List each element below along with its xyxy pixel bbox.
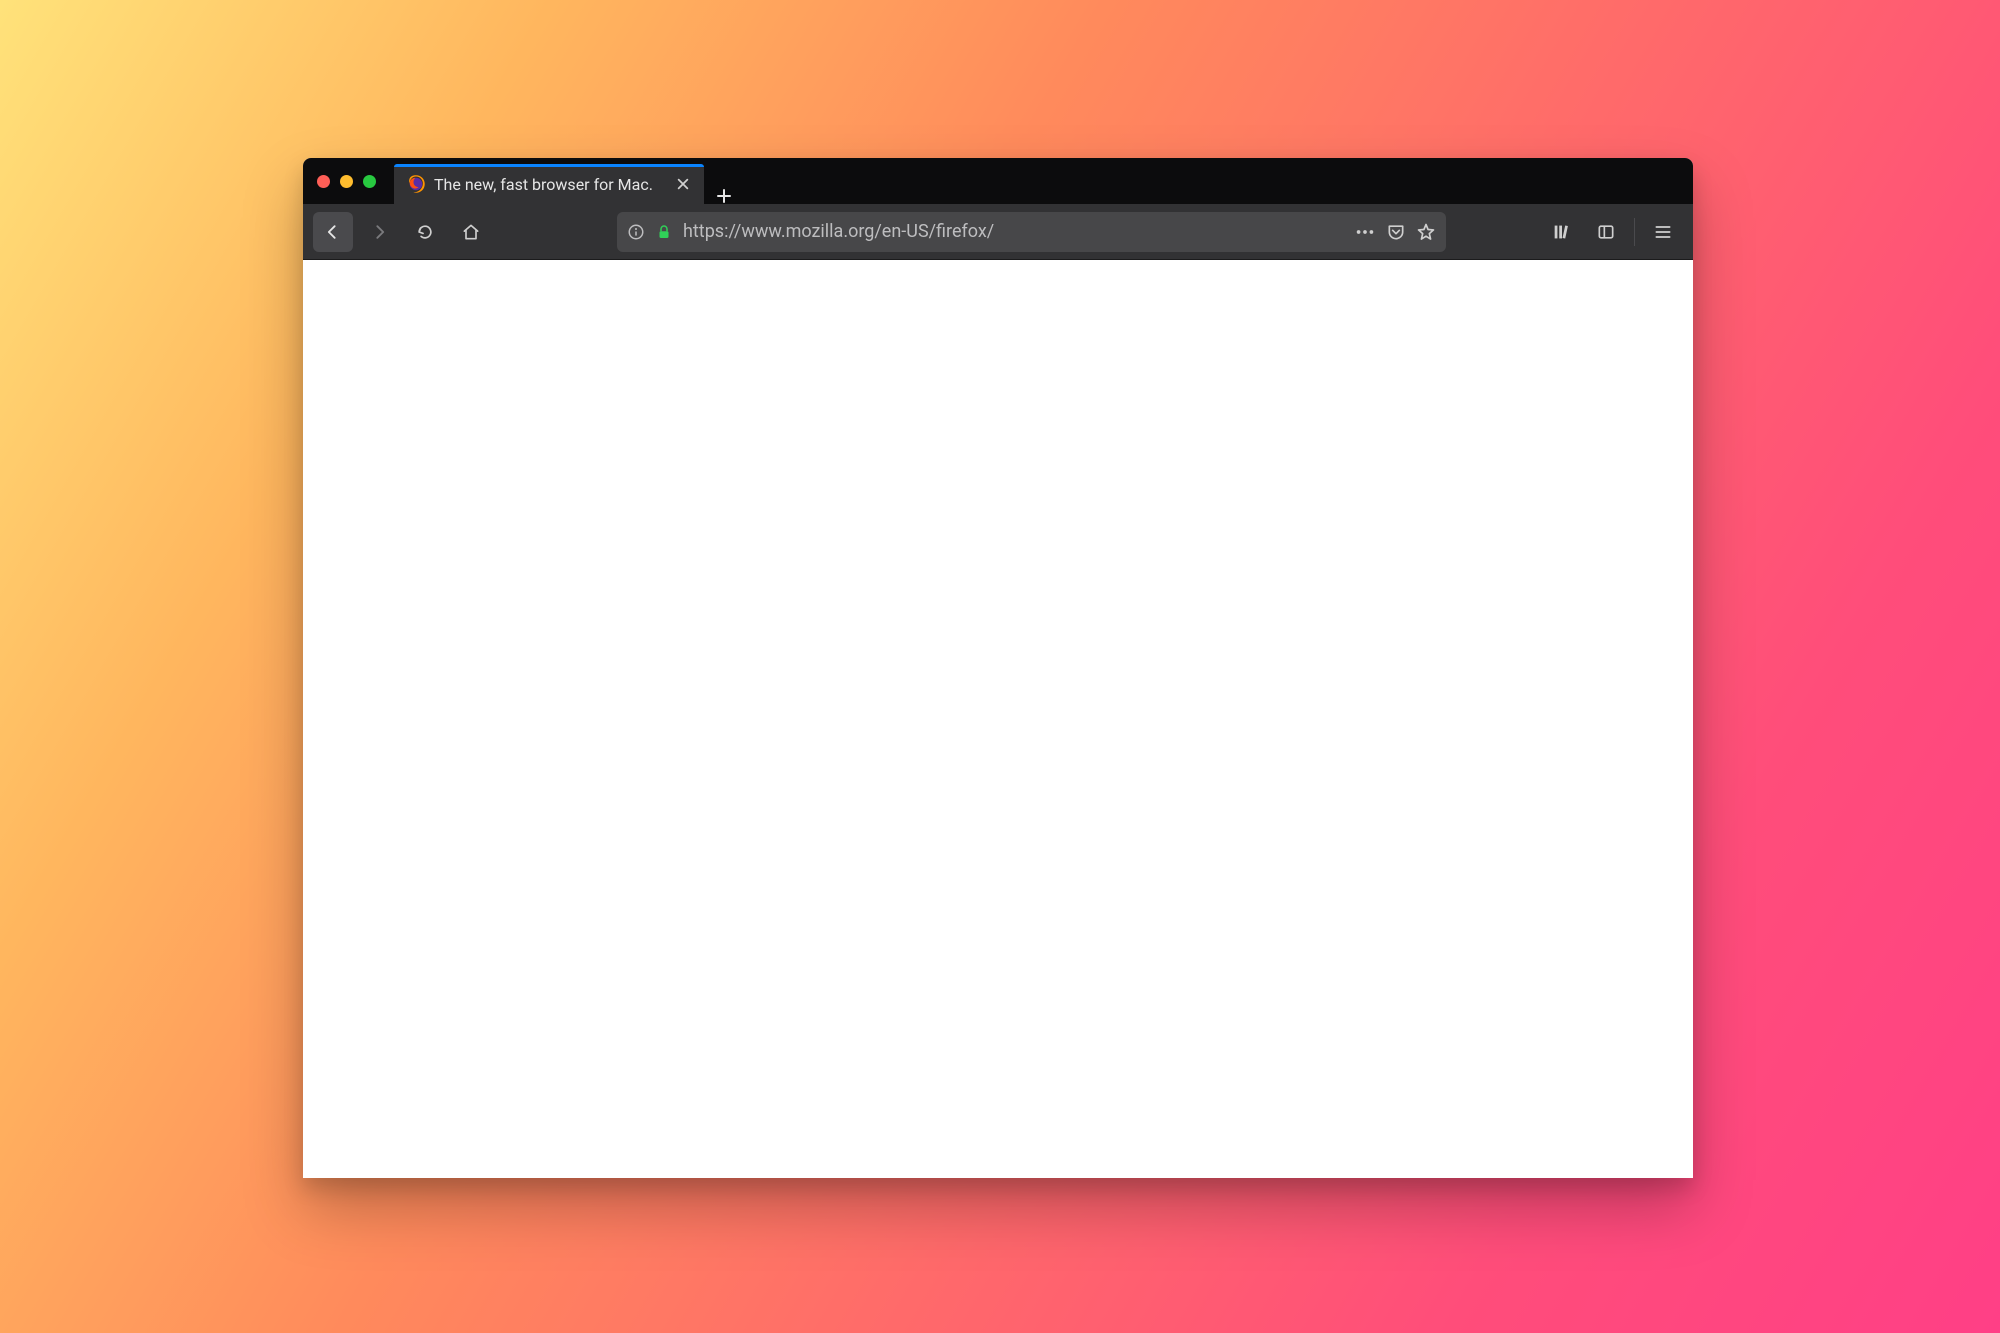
reload-button[interactable] bbox=[405, 212, 445, 252]
url-bar[interactable]: https://www.mozilla.org/en-US/firefox/ bbox=[617, 212, 1446, 252]
window-controls bbox=[317, 158, 394, 204]
tab-strip: The new, fast browser for Mac. bbox=[394, 158, 1693, 204]
home-button[interactable] bbox=[451, 212, 491, 252]
pocket-icon[interactable] bbox=[1386, 222, 1406, 242]
back-button[interactable] bbox=[313, 212, 353, 252]
tab-active-indicator bbox=[394, 164, 704, 167]
window-minimize-button[interactable] bbox=[340, 175, 353, 188]
sidebar-button[interactable] bbox=[1586, 212, 1626, 252]
url-text: https://www.mozilla.org/en-US/firefox/ bbox=[683, 221, 1344, 242]
bookmark-star-icon[interactable] bbox=[1416, 222, 1436, 242]
window-close-button[interactable] bbox=[317, 175, 330, 188]
tab-title: The new, fast browser for Mac. bbox=[434, 175, 666, 194]
window-maximize-button[interactable] bbox=[363, 175, 376, 188]
firefox-favicon-icon bbox=[406, 174, 426, 194]
new-tab-button[interactable] bbox=[704, 188, 744, 204]
library-button[interactable] bbox=[1542, 212, 1582, 252]
app-menu-button[interactable] bbox=[1643, 212, 1683, 252]
toolbar-divider bbox=[1634, 218, 1635, 246]
forward-button[interactable] bbox=[359, 212, 399, 252]
tab-close-button[interactable] bbox=[672, 173, 694, 195]
tab-active[interactable]: The new, fast browser for Mac. bbox=[394, 164, 704, 204]
toolbar: https://www.mozilla.org/en-US/firefox/ bbox=[303, 204, 1693, 260]
toolbar-right bbox=[1542, 212, 1683, 252]
site-info-icon[interactable] bbox=[627, 223, 645, 241]
page-actions-button[interactable] bbox=[1354, 221, 1376, 243]
page-content bbox=[303, 260, 1693, 1178]
browser-window: The new, fast browser for Mac. bbox=[303, 158, 1693, 1178]
titlebar: The new, fast browser for Mac. bbox=[303, 158, 1693, 204]
lock-icon[interactable] bbox=[655, 223, 673, 241]
